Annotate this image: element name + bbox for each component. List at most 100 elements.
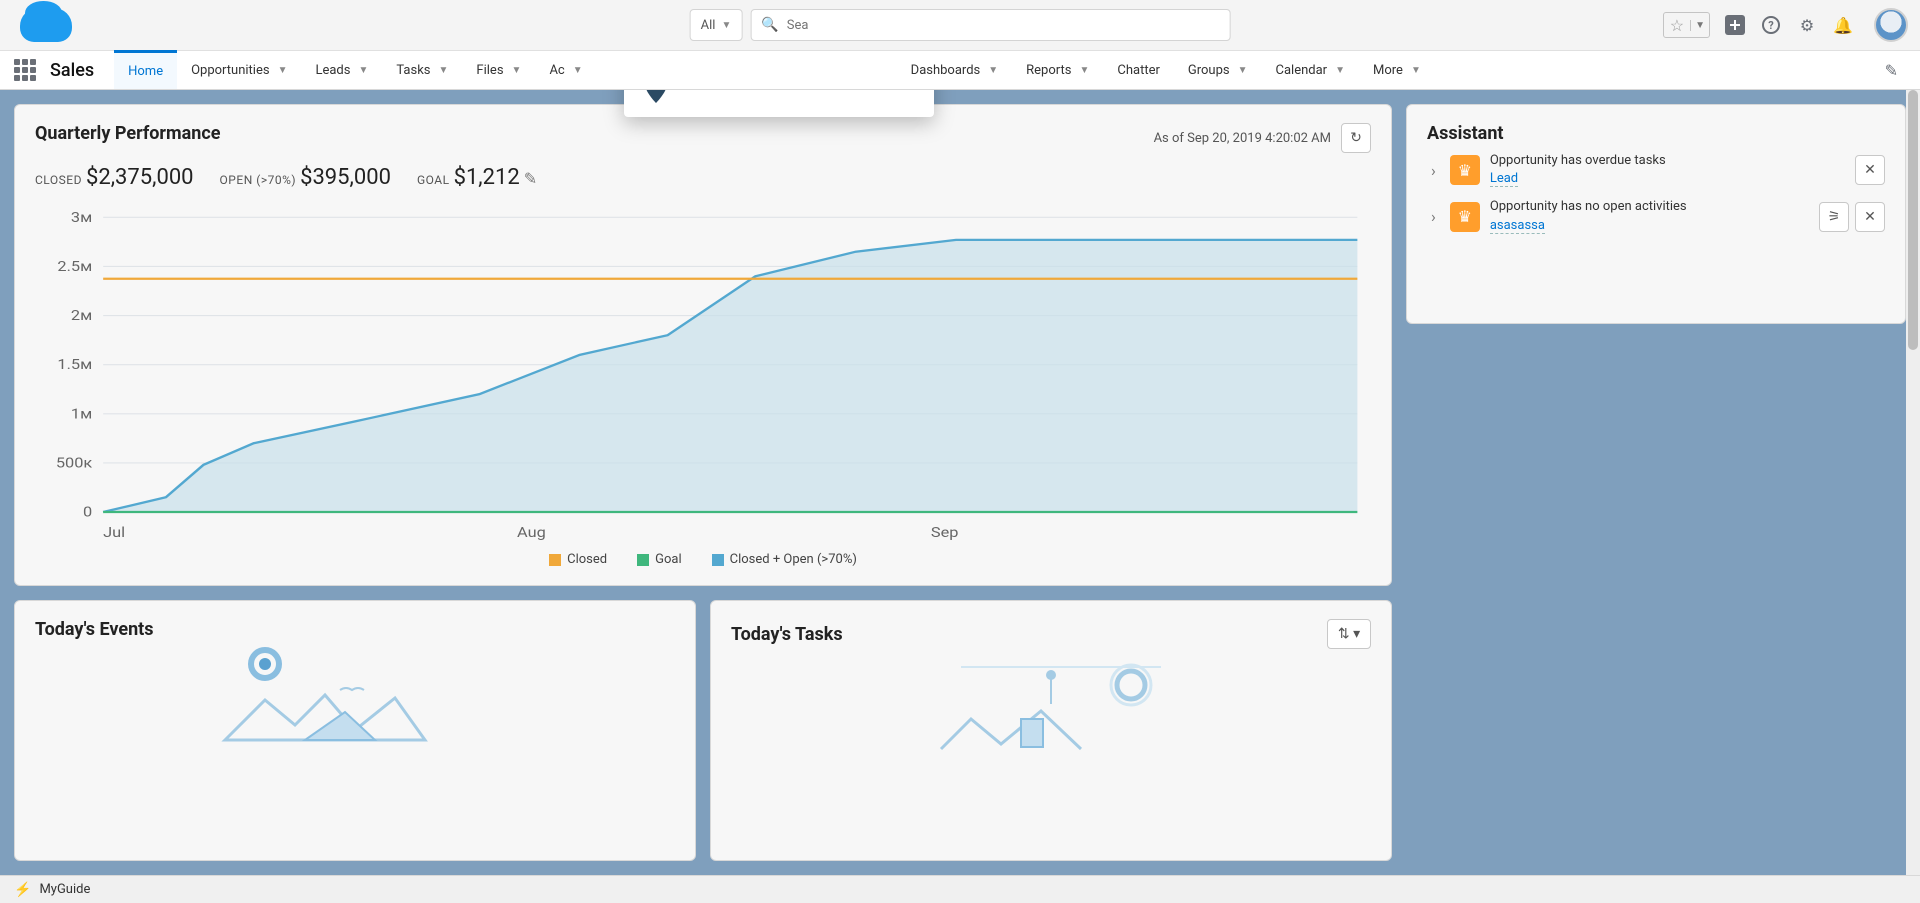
closed-value: $2,375,000 <box>86 165 194 190</box>
nav-item-label: Groups <box>1188 63 1230 78</box>
app-launcher[interactable]: Sales <box>14 51 94 89</box>
svg-text:Jul: Jul <box>103 524 125 540</box>
search-scope-button[interactable]: All ▼ <box>690 9 743 41</box>
chevron-down-icon: ▼ <box>358 65 368 76</box>
assistant-text: Opportunity has no open activitiesasasas… <box>1490 198 1809 234</box>
nav-item-home[interactable]: Home <box>114 50 177 89</box>
assistant-record-link[interactable]: Lead <box>1490 171 1518 187</box>
user-avatar[interactable] <box>1874 8 1908 42</box>
nav-item-label: Leads <box>315 63 350 78</box>
search-box[interactable]: 🔍 <box>750 9 1230 41</box>
search-icon: 🔍 <box>761 17 778 33</box>
expand-chevron-icon[interactable]: › <box>1427 157 1440 184</box>
nav-item-label: Calendar <box>1276 63 1328 78</box>
notifications-bell-icon[interactable]: 🔔 <box>1832 14 1854 36</box>
events-illustration <box>35 640 675 750</box>
legend-closed-open: Closed + Open (>70%) <box>730 552 857 567</box>
dismiss-button[interactable]: ✕ <box>1855 202 1885 232</box>
todays-tasks-card: Today's Tasks ⇅ ▾ <box>710 600 1392 861</box>
nav-item-calendar[interactable]: Calendar ▼ <box>1262 51 1359 89</box>
nav-item-label: Reports <box>1026 63 1071 78</box>
svg-text:3м: 3м <box>71 209 92 225</box>
lead-crown-icon: ♛ <box>1450 155 1480 185</box>
nav-item-more[interactable]: More▼ <box>1359 51 1435 89</box>
help-icon[interactable]: ? <box>1760 14 1782 36</box>
favorites-button[interactable]: ☆ ▼ <box>1663 12 1710 38</box>
nav-item-label: Chatter <box>1117 63 1160 78</box>
nav-item-tasks[interactable]: Tasks ▼ <box>382 51 462 89</box>
goal-label: GOAL <box>417 173 450 187</box>
chevron-down-icon[interactable]: ▼ <box>1690 20 1709 31</box>
chevron-down-icon: ▼ <box>1335 65 1345 76</box>
nav-item-label: More <box>1373 63 1403 78</box>
bolt-icon[interactable]: ⚡ <box>14 882 31 898</box>
chevron-down-icon: ▼ <box>512 65 522 76</box>
tasks-filter-button[interactable]: ⇅ ▾ <box>1327 619 1371 649</box>
header-actions: ☆ ▼ ? ⚙ 🔔 <box>1663 8 1908 42</box>
nav-item-dashboards[interactable]: Dashboards▼ <box>897 51 1013 89</box>
todays-events-card: Today's Events <box>14 600 696 861</box>
chart-legend: Closed Goal Closed + Open (>70%) <box>35 552 1371 567</box>
tasks-illustration <box>731 649 1371 759</box>
footer-label[interactable]: MyGuide <box>39 882 90 897</box>
card-title: Assistant <box>1427 123 1885 144</box>
chevron-down-icon: ▼ <box>1079 65 1089 76</box>
expand-chevron-icon[interactable]: › <box>1427 203 1440 230</box>
card-title: Today's Events <box>35 619 675 640</box>
assistant-record-link[interactable]: asasassa <box>1490 218 1545 234</box>
scrollbar-thumb[interactable] <box>1908 90 1918 350</box>
nav-item-leads[interactable]: Leads ▼ <box>301 51 382 89</box>
chevron-down-icon: ▼ <box>573 65 583 76</box>
assistant-card: Assistant › ♛ Opportunity has overdue ta… <box>1406 104 1906 324</box>
performance-chart: 0500к1м1.5м2м2.5м3мJulAugSep <box>35 206 1371 546</box>
vertical-scrollbar[interactable] <box>1906 90 1920 875</box>
page-content: Quarterly Performance As of Sep 20, 2019… <box>0 90 1920 875</box>
global-search: All ▼ 🔍 <box>690 9 1231 41</box>
star-icon: ☆ <box>1664 16 1690 35</box>
item-settings-button[interactable]: ⚞ <box>1819 202 1849 232</box>
assistant-text: Opportunity has overdue tasksLead <box>1490 152 1845 188</box>
svg-text:Aug: Aug <box>517 524 546 540</box>
open-label: OPEN (>70%) <box>220 173 297 187</box>
refresh-button[interactable]: ↻ <box>1341 123 1371 153</box>
nav-item-label: Opportunities <box>191 63 269 78</box>
nav-item-reports[interactable]: Reports ▼ <box>1012 51 1103 89</box>
app-name: Sales <box>50 60 94 81</box>
legend-goal: Goal <box>655 552 682 567</box>
chevron-down-icon: ▼ <box>439 65 449 76</box>
card-title: Quarterly Performance <box>35 123 220 144</box>
svg-text:1м: 1м <box>71 406 92 422</box>
app-nav-bar: Sales HomeOpportunities▼Leads▼Tasks▼File… <box>0 50 1920 90</box>
edit-goal-pencil-icon[interactable]: ✎ <box>524 169 537 188</box>
svg-text:Sep: Sep <box>931 524 959 540</box>
svg-text:500к: 500к <box>56 455 92 471</box>
nav-item-chatter[interactable]: Chatter <box>1103 51 1174 89</box>
assistant-list: › ♛ Opportunity has overdue tasksLead ✕›… <box>1427 152 1885 235</box>
edit-nav-pencil-icon[interactable]: ✎ <box>1877 51 1906 89</box>
global-add-button[interactable] <box>1724 14 1746 36</box>
nav-item-label: Home <box>128 64 163 79</box>
chevron-down-icon: ▼ <box>278 65 288 76</box>
nav-item-label: Tasks <box>396 63 430 78</box>
goal-value: $1,212 <box>454 165 520 190</box>
dismiss-button[interactable]: ✕ <box>1855 155 1885 185</box>
nav-item-files[interactable]: Files▼ <box>462 51 535 89</box>
guide-popup: Open Salesforce Lightning! G <box>624 90 934 117</box>
nav-item-ac[interactable]: Ac ▼ <box>535 51 596 89</box>
global-header: All ▼ 🔍 ☆ ▼ ? ⚙ 🔔 <box>0 0 1920 50</box>
as-of-timestamp: As of Sep 20, 2019 4:20:02 AM <box>1154 131 1331 146</box>
quarterly-performance-card: Quarterly Performance As of Sep 20, 2019… <box>14 104 1392 586</box>
svg-text:?: ? <box>1768 19 1774 32</box>
assistant-item: › ♛ Opportunity has no open activitiesas… <box>1427 198 1885 234</box>
search-input[interactable] <box>787 18 1220 33</box>
footer-bar: ⚡ MyGuide <box>0 875 1920 903</box>
nav-item-groups[interactable]: Groups ▼ <box>1174 51 1262 89</box>
settings-gear-icon[interactable]: ⚙ <box>1796 14 1818 36</box>
card-title: Today's Tasks <box>731 624 843 645</box>
chevron-down-icon: ▼ <box>721 20 731 31</box>
open-value: $395,000 <box>300 165 391 190</box>
nav-item-opportunities[interactable]: Opportunities ▼ <box>177 51 301 89</box>
map-pin-icon: G <box>644 90 668 103</box>
chevron-down-icon: ▼ <box>1238 65 1248 76</box>
nav-item-label: Ac <box>549 63 564 78</box>
